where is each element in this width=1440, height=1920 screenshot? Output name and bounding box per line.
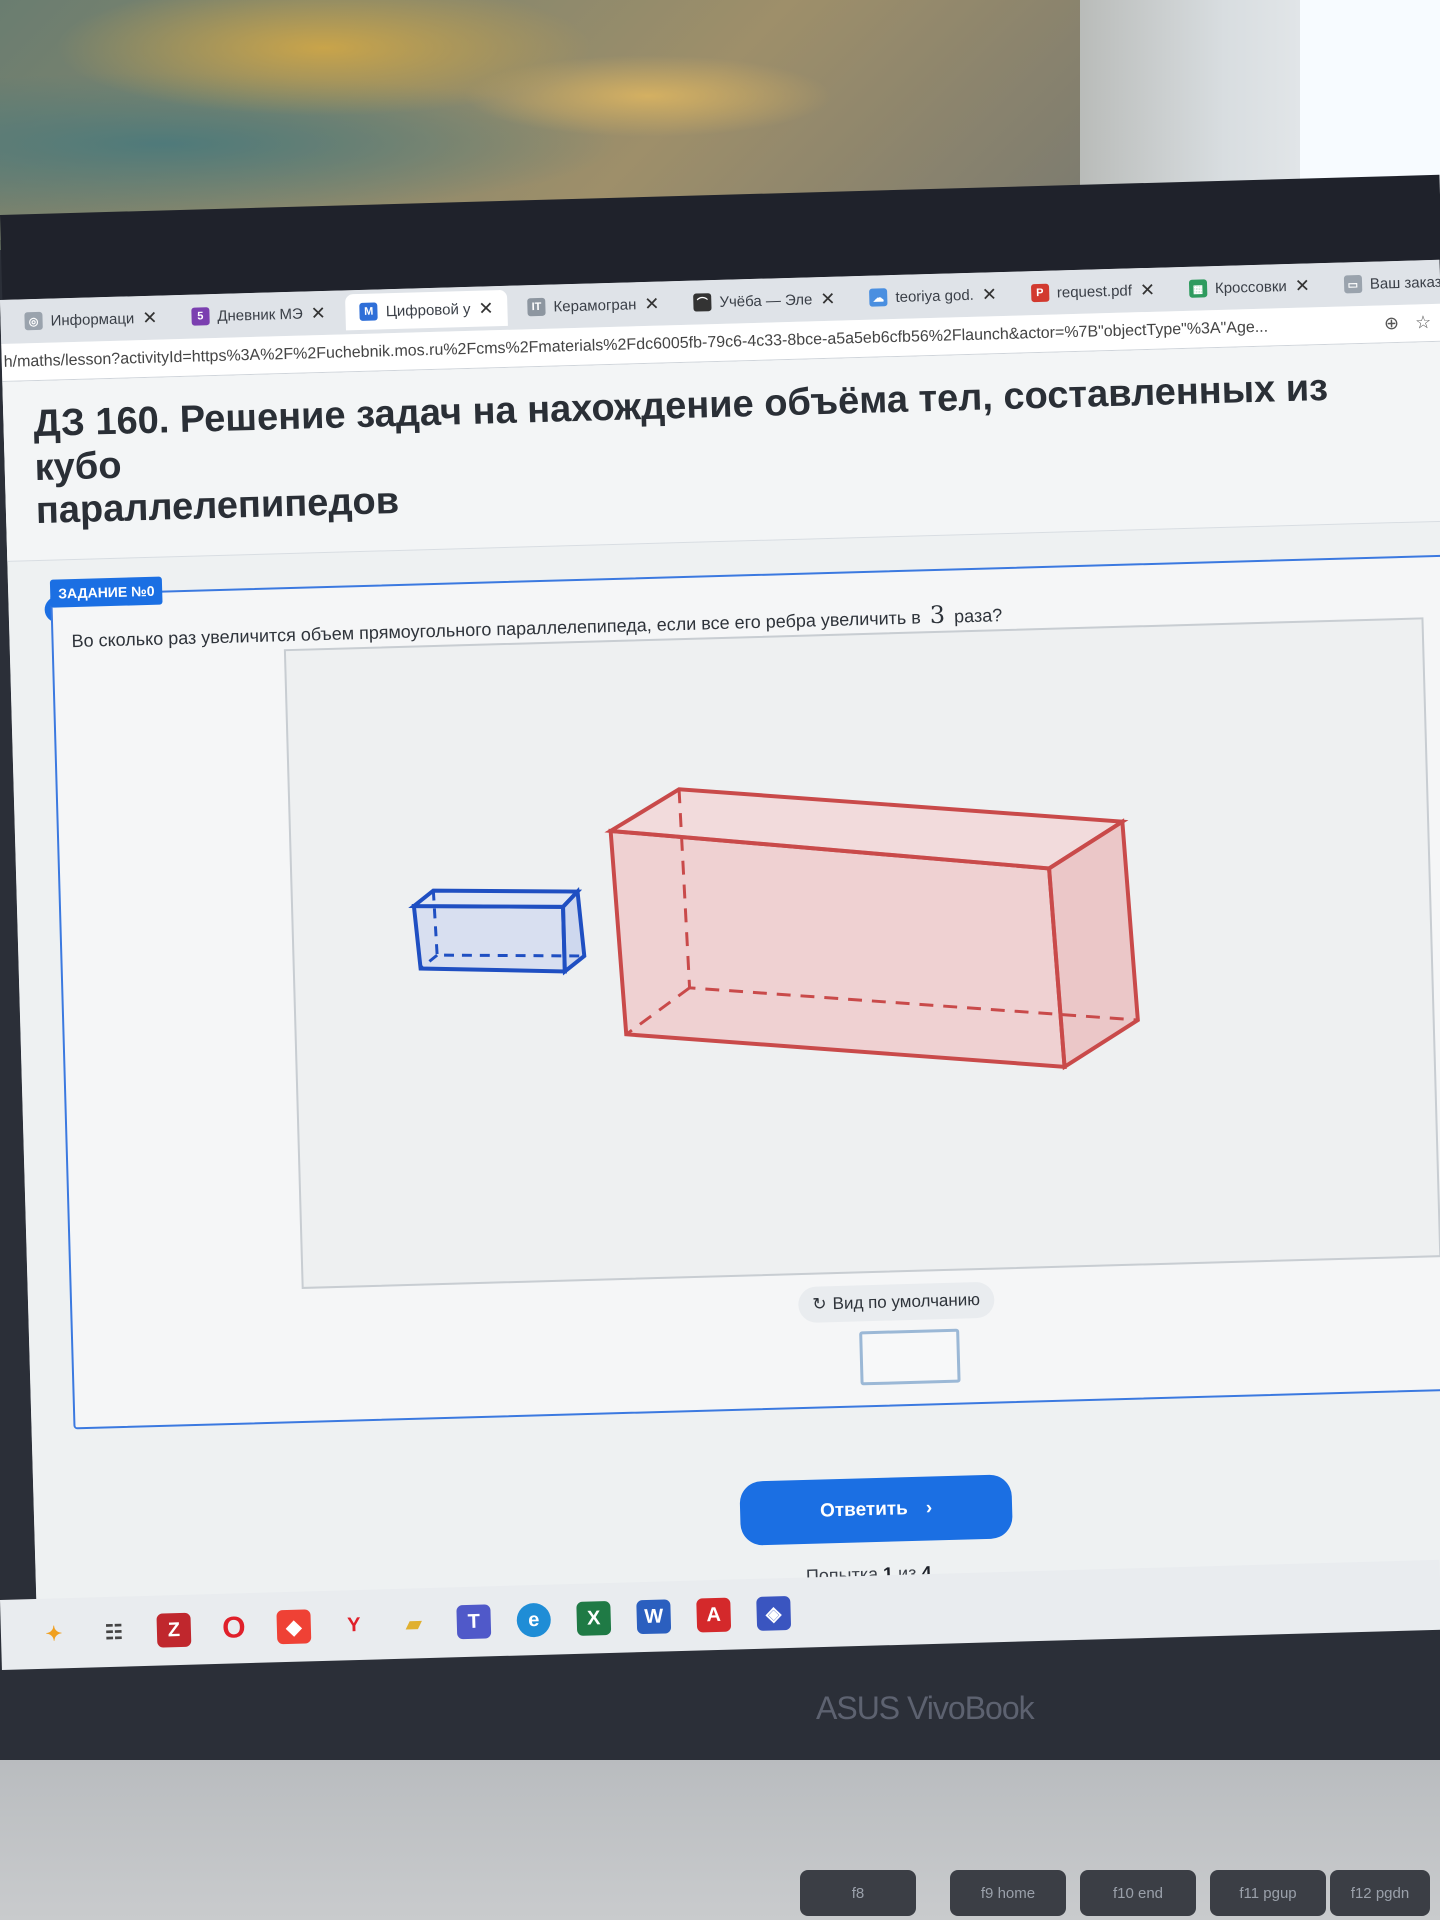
- tab-label: Цифровой у: [385, 300, 471, 320]
- boxes-drawing: [408, 787, 1140, 1071]
- tab-label: request.pdf: [1056, 281, 1133, 301]
- laptop-screen: ◎ Информаци ✕ 5 Дневник МЭ ✕ M Цифровой …: [0, 259, 1440, 1640]
- submit-answer-button[interactable]: Ответить ›: [739, 1474, 1013, 1546]
- key-f9: f9 home: [950, 1870, 1066, 1916]
- folder-icon[interactable]: ▰: [396, 1606, 431, 1641]
- tab-info[interactable]: ◎ Информаци ✕: [10, 299, 172, 339]
- big-box: [604, 787, 1140, 1071]
- close-icon[interactable]: ✕: [310, 302, 326, 323]
- key-f10: f10 end: [1080, 1870, 1196, 1916]
- tab-ceramics[interactable]: IT Керамогран ✕: [513, 285, 674, 325]
- tab-order[interactable]: ▭ Ваш заказ п: [1329, 263, 1440, 303]
- chevron-right-icon: ›: [925, 1497, 933, 1519]
- page-icon: ▭: [1343, 274, 1363, 294]
- question-after: раза?: [953, 605, 1003, 627]
- arc-icon: ⌒: [693, 293, 712, 312]
- anydesk-icon[interactable]: ◆: [276, 1609, 312, 1645]
- tab-label: Информаци: [50, 309, 135, 330]
- edge-icon[interactable]: e: [516, 1602, 552, 1638]
- close-icon[interactable]: ✕: [982, 284, 998, 305]
- laptop-keyboard: f8 f9 home f10 end f11 pgup f12 pgdn: [0, 1760, 1440, 1920]
- tab-label: Ваш заказ п: [1369, 273, 1440, 293]
- tab-request-pdf[interactable]: P request.pdf ✕: [1016, 271, 1169, 311]
- page-title: ДЗ 160. Решение задач на нахождение объё…: [33, 365, 1416, 535]
- yandex-icon[interactable]: Y: [336, 1608, 371, 1643]
- task-badge: ЗАДАНИЕ №0: [49, 576, 163, 608]
- star-icon[interactable]: ☆: [1415, 312, 1432, 333]
- close-icon[interactable]: ✕: [142, 307, 158, 328]
- pdf-icon: P: [1030, 283, 1050, 303]
- reset-view-label: Вид по умолчанию: [832, 1290, 981, 1314]
- question-number: 3: [929, 600, 946, 630]
- refresh-icon: ↻: [812, 1294, 827, 1314]
- filezilla-icon[interactable]: Z: [156, 1612, 192, 1648]
- excel-icon[interactable]: X: [576, 1600, 612, 1636]
- close-icon[interactable]: ✕: [478, 298, 494, 319]
- laptop-brand: ASUS VivoBook: [816, 1690, 1035, 1726]
- task-card: ЗАДАНИЕ №0 Во сколько раз увеличится объ…: [49, 554, 1440, 1430]
- app-icon[interactable]: ◈: [756, 1595, 792, 1631]
- key-f11: f11 pgup: [1210, 1870, 1326, 1916]
- tab-label: Дневник МЭ: [217, 305, 303, 325]
- diary-icon: 5: [191, 307, 210, 326]
- close-icon[interactable]: ✕: [820, 288, 836, 309]
- close-icon[interactable]: ✕: [1294, 275, 1310, 296]
- m-icon: M: [359, 302, 379, 321]
- tab-sneakers[interactable]: ▦ Кроссовки ✕: [1174, 267, 1324, 307]
- key-f12: f12 pgdn: [1330, 1870, 1430, 1916]
- tab-study[interactable]: ⌒ Учёба — Эле ✕: [679, 280, 850, 321]
- copilot-icon[interactable]: ✦: [36, 1616, 71, 1651]
- 3d-viewer[interactable]: [283, 617, 1440, 1289]
- lesson-page: ДЗ 160. Решение задач на нахождение объё…: [2, 341, 1440, 1640]
- tab-digital-school[interactable]: M Цифровой у ✕: [345, 289, 509, 331]
- answer-input[interactable]: [859, 1328, 961, 1386]
- tab-label: Кроссовки: [1214, 277, 1288, 297]
- task-view-icon[interactable]: ☷: [96, 1614, 131, 1649]
- zoom-icon[interactable]: ⊕: [1384, 313, 1400, 334]
- close-icon[interactable]: ✕: [1140, 279, 1156, 300]
- tab-label: Учёба — Эле: [719, 290, 813, 311]
- submit-label: Ответить: [819, 1498, 909, 1522]
- tab-diary[interactable]: 5 Дневник МЭ ✕: [177, 295, 340, 336]
- word-icon[interactable]: W: [636, 1599, 672, 1635]
- globe-icon: ◎: [24, 311, 43, 331]
- tab-teoriya[interactable]: ☁ teoriya god. ✕: [855, 276, 1011, 316]
- sheets-icon: ▦: [1188, 279, 1208, 298]
- tab-label: Керамогран: [553, 295, 637, 316]
- opera-icon[interactable]: O: [216, 1611, 251, 1646]
- cloud-icon: ☁: [869, 288, 888, 307]
- key-f8: f8: [800, 1870, 916, 1916]
- acrobat-icon[interactable]: A: [696, 1597, 732, 1633]
- tab-label: teoriya god.: [895, 286, 975, 306]
- close-icon[interactable]: ✕: [644, 293, 660, 314]
- teams-icon[interactable]: T: [456, 1604, 492, 1640]
- it-icon: IT: [527, 297, 546, 317]
- reset-view-button[interactable]: ↻ Вид по умолчанию: [797, 1281, 995, 1324]
- small-box: [408, 887, 587, 976]
